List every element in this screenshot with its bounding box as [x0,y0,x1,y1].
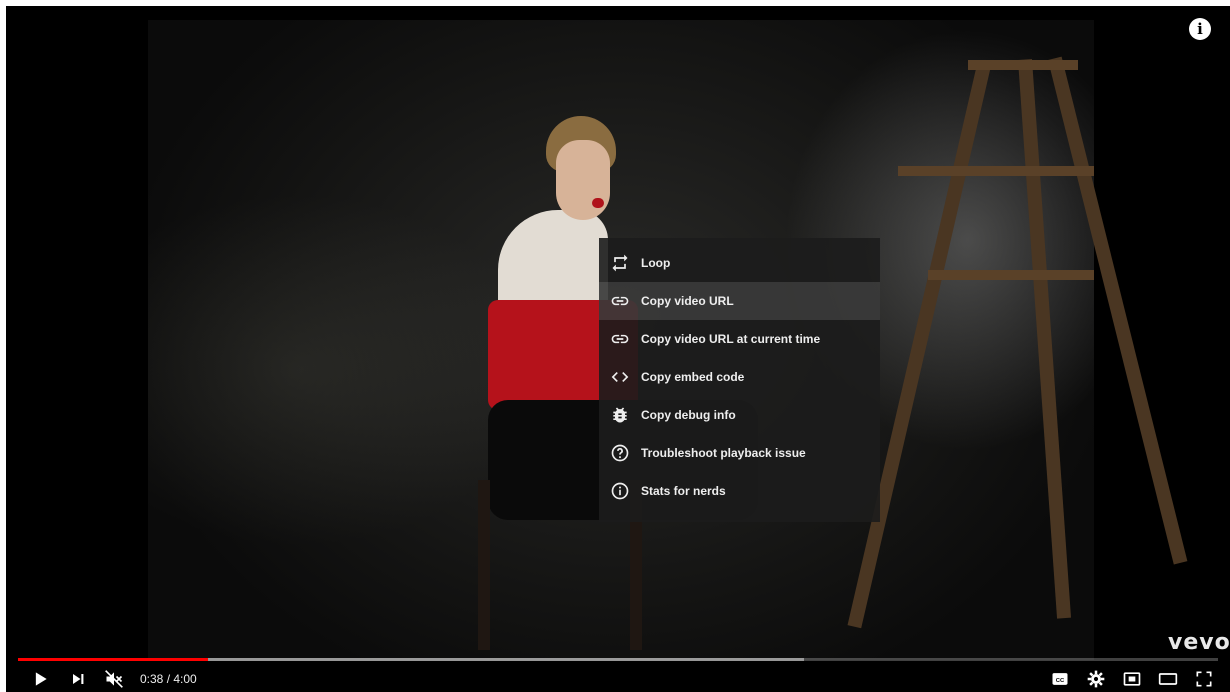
ladder-rung [928,270,1094,280]
menu-item-label: Copy video URL at current time [641,332,821,346]
menu-item-label: Loop [641,256,671,270]
settings-icon[interactable] [1082,666,1110,692]
code-icon [609,366,631,388]
ladder-rail [1018,59,1072,619]
loop-icon [609,252,631,274]
menu-item-label: Copy video URL [641,294,734,308]
fullscreen-icon[interactable] [1190,666,1218,692]
link-icon [609,328,631,350]
info-icon[interactable]: i [1189,18,1211,40]
help-icon [609,442,631,464]
video-player[interactable]: i vevo Loop Copy video URL Copy video UR… [6,6,1230,692]
menu-item-stats-for-nerds[interactable]: Stats for nerds [599,472,880,510]
svg-text:CC: CC [1056,678,1065,684]
theater-icon[interactable] [1154,666,1182,692]
vevo-logo: vevo [1168,630,1230,655]
menu-item-label: Copy debug info [641,408,736,422]
menu-item-copy-video-url[interactable]: Copy video URL [599,282,880,320]
menu-item-copy-url-at-time[interactable]: Copy video URL at current time [599,320,880,358]
progress-bar[interactable] [18,658,1218,661]
time-display: 0:38 / 4:00 [140,672,197,686]
miniplayer-icon[interactable] [1118,666,1146,692]
progress-played [18,658,208,661]
menu-item-troubleshoot[interactable]: Troubleshoot playback issue [599,434,880,472]
play-icon[interactable] [20,666,60,692]
ladder-rail [1048,56,1188,565]
menu-item-label: Stats for nerds [641,484,726,498]
link-icon [609,290,631,312]
video-figure-lips [592,198,604,208]
video-figure-face [556,140,610,220]
menu-item-loop[interactable]: Loop [599,244,880,282]
menu-item-label: Copy embed code [641,370,745,384]
menu-item-label: Troubleshoot playback issue [641,446,806,460]
ladder-rung [968,60,1078,70]
menu-item-copy-debug-info[interactable]: Copy debug info [599,396,880,434]
mute-icon[interactable] [96,666,132,692]
bug-icon [609,404,631,426]
ladder-rung [898,166,1094,176]
subtitles-icon[interactable]: CC [1046,666,1074,692]
next-icon[interactable] [60,666,96,692]
control-bar: 0:38 / 4:00 CC [6,666,1230,692]
context-menu: Loop Copy video URL Copy video URL at cu… [599,238,880,522]
info-circle-icon [609,480,631,502]
right-controls: CC [1046,666,1218,692]
menu-item-copy-embed-code[interactable]: Copy embed code [599,358,880,396]
